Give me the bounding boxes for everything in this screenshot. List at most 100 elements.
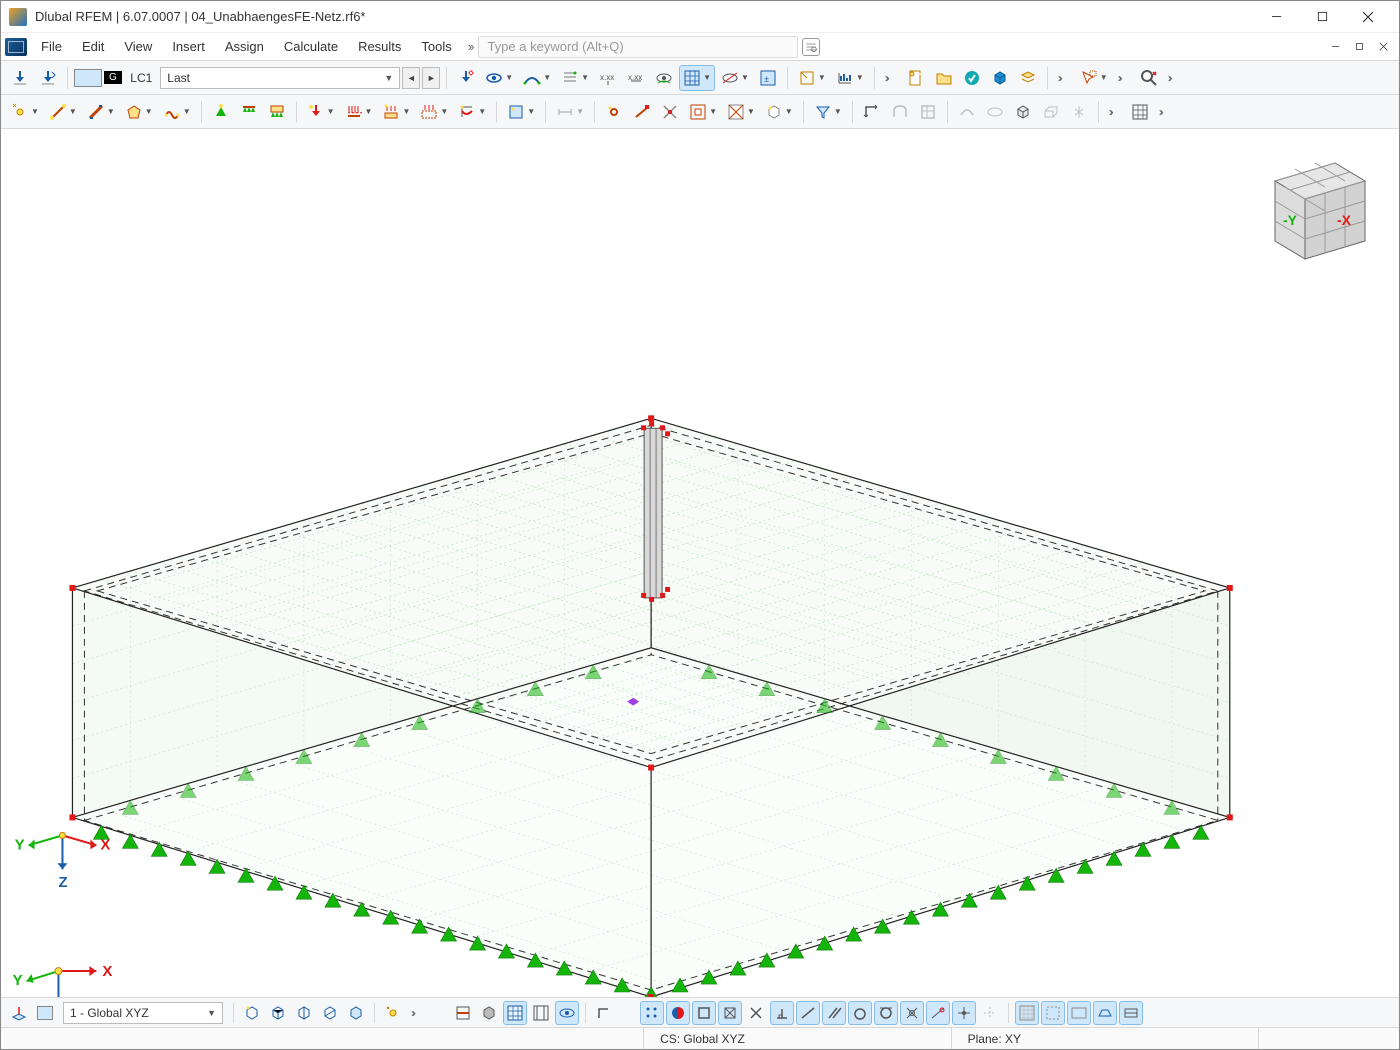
menu-insert[interactable]: Insert <box>162 35 215 58</box>
menu-file[interactable]: File <box>31 35 72 58</box>
ucs-button[interactable] <box>592 1001 616 1025</box>
diagram-button[interactable]: ▼ <box>832 65 868 91</box>
model-canvas[interactable]: X Y Z X Y Z <box>1 129 1399 997</box>
menu-view[interactable]: View <box>114 35 162 58</box>
opening-button[interactable]: ▼ <box>685 99 721 125</box>
loadcase-next-button[interactable] <box>35 65 61 91</box>
search-button[interactable] <box>802 38 820 56</box>
toolbar1-overflow2[interactable]: ›› <box>1054 71 1064 85</box>
guides-visible-button[interactable] <box>1041 1001 1065 1025</box>
toolbar1-overflow4[interactable]: ›› <box>1164 71 1174 85</box>
plane-xy-button[interactable] <box>859 99 885 125</box>
toolbar2-overflow2[interactable]: ›› <box>1155 105 1165 119</box>
coordinate-system-dropdown[interactable]: 1 - Global XYZ ▼ <box>63 1002 223 1024</box>
snap-grid-button[interactable] <box>640 1001 664 1025</box>
reactions-button[interactable]: ▼ <box>557 65 593 91</box>
revolve-button[interactable] <box>1066 99 1092 125</box>
close-button[interactable] <box>1345 3 1391 31</box>
animate-button[interactable]: ▼ <box>794 65 830 91</box>
member-button[interactable]: ▼ <box>83 99 119 125</box>
snap-object-button[interactable] <box>666 1001 690 1025</box>
line-load-button[interactable]: ▼ <box>341 99 377 125</box>
imposed-def-button[interactable]: ▼ <box>454 99 490 125</box>
view-x-button[interactable] <box>266 1001 290 1025</box>
extrude-button[interactable] <box>1038 99 1064 125</box>
filter-button[interactable]: ▼ <box>810 99 846 125</box>
arch-button[interactable] <box>887 99 913 125</box>
nodal-support-button[interactable] <box>208 99 234 125</box>
cloud-button[interactable] <box>959 65 985 91</box>
view-z-button[interactable] <box>318 1001 342 1025</box>
maximize-button[interactable] <box>1299 3 1345 31</box>
section-button[interactable]: ▼ <box>761 99 797 125</box>
grid-view-button[interactable]: ▼ <box>679 65 715 91</box>
transparent-render-button[interactable] <box>529 1001 553 1025</box>
nodal-load-button[interactable]: ▼ <box>303 99 339 125</box>
show-load-button[interactable] <box>453 65 479 91</box>
new-model-button[interactable] <box>903 65 929 91</box>
clip-plane-button[interactable] <box>1093 1001 1117 1025</box>
show-numbering-button[interactable] <box>1119 1001 1143 1025</box>
snap-midpoint-button[interactable] <box>718 1001 742 1025</box>
frame-button[interactable] <box>915 99 941 125</box>
hinge-button[interactable] <box>601 99 627 125</box>
snap-perpendicular-button[interactable] <box>770 1001 794 1025</box>
toolbar2-overflow[interactable]: ›› <box>1105 105 1115 119</box>
mdi-close-button[interactable] <box>1371 37 1395 57</box>
smooth-button[interactable]: ± <box>755 65 781 91</box>
search-input[interactable]: Type a keyword (Alt+Q) <box>478 36 798 58</box>
curve-button[interactable] <box>954 99 980 125</box>
area-load-button[interactable]: ▼ <box>378 99 414 125</box>
rigid-link-button[interactable] <box>629 99 655 125</box>
toolbar1-overflow3[interactable]: ›› <box>1114 71 1124 85</box>
shell-button[interactable] <box>982 99 1008 125</box>
snap-endpoint-button[interactable] <box>692 1001 716 1025</box>
intersection-button[interactable] <box>657 99 683 125</box>
section-cut-button[interactable] <box>451 1001 475 1025</box>
menu-results[interactable]: Results <box>348 35 411 58</box>
mdi-minimize-button[interactable] <box>1323 37 1347 57</box>
loadcase-nav-next[interactable]: ► <box>422 67 440 89</box>
navigation-cube[interactable]: -Y -X <box>1245 141 1375 271</box>
snap-parallel-button[interactable] <box>822 1001 846 1025</box>
snap-nearest-button[interactable] <box>900 1001 924 1025</box>
values-button[interactable]: x.xx <box>595 65 621 91</box>
bottombar-overflow[interactable]: ›› <box>407 1006 417 1020</box>
loadcase-prev-button[interactable] <box>7 65 33 91</box>
grid-visible-button[interactable] <box>1015 1001 1039 1025</box>
solid-button[interactable]: ▼ <box>159 99 195 125</box>
snap-extension-button[interactable] <box>926 1001 950 1025</box>
menu-overflow-icon[interactable]: ›› <box>462 39 479 54</box>
snap-center-button[interactable] <box>744 1001 768 1025</box>
show-supports-button[interactable] <box>555 1001 579 1025</box>
line-support-button[interactable] <box>236 99 262 125</box>
snap-node-button[interactable] <box>952 1001 976 1025</box>
view-opposite-button[interactable] <box>344 1001 368 1025</box>
solid-render-button[interactable] <box>477 1001 501 1025</box>
toolbar1-overflow[interactable]: ›› <box>881 71 891 85</box>
menu-edit[interactable]: Edit <box>72 35 114 58</box>
dimension-button[interactable]: ▼ <box>552 99 588 125</box>
menu-assign[interactable]: Assign <box>215 35 274 58</box>
cube-tool-button[interactable] <box>1010 99 1036 125</box>
new-object-button[interactable] <box>381 1001 405 1025</box>
app-menu-icon[interactable] <box>5 38 27 56</box>
mdi-restore-button[interactable] <box>1347 37 1371 57</box>
model-viewport[interactable]: X Y Z X Y Z <box>1 129 1399 997</box>
transparency-button[interactable] <box>651 65 677 91</box>
deformation-button[interactable]: ▼ <box>519 65 555 91</box>
values2-button[interactable]: x.xx <box>623 65 649 91</box>
view-y-button[interactable] <box>292 1001 316 1025</box>
results-toggle-button[interactable]: ▼ <box>481 65 517 91</box>
minimize-button[interactable] <box>1253 3 1299 31</box>
menu-tools[interactable]: Tools <box>411 35 461 58</box>
snap-circle-button[interactable] <box>874 1001 898 1025</box>
snap-intersection-button[interactable] <box>796 1001 820 1025</box>
menu-calculate[interactable]: Calculate <box>274 35 348 58</box>
view-iso-button[interactable] <box>240 1001 264 1025</box>
loadcase-dropdown[interactable]: Last ▼ <box>160 67 400 89</box>
loadcase-nav-prev[interactable]: ◄ <box>402 67 420 89</box>
block-button[interactable] <box>987 65 1013 91</box>
surface-button[interactable]: ▼ <box>121 99 157 125</box>
wireframe-mesh-button[interactable] <box>503 1001 527 1025</box>
